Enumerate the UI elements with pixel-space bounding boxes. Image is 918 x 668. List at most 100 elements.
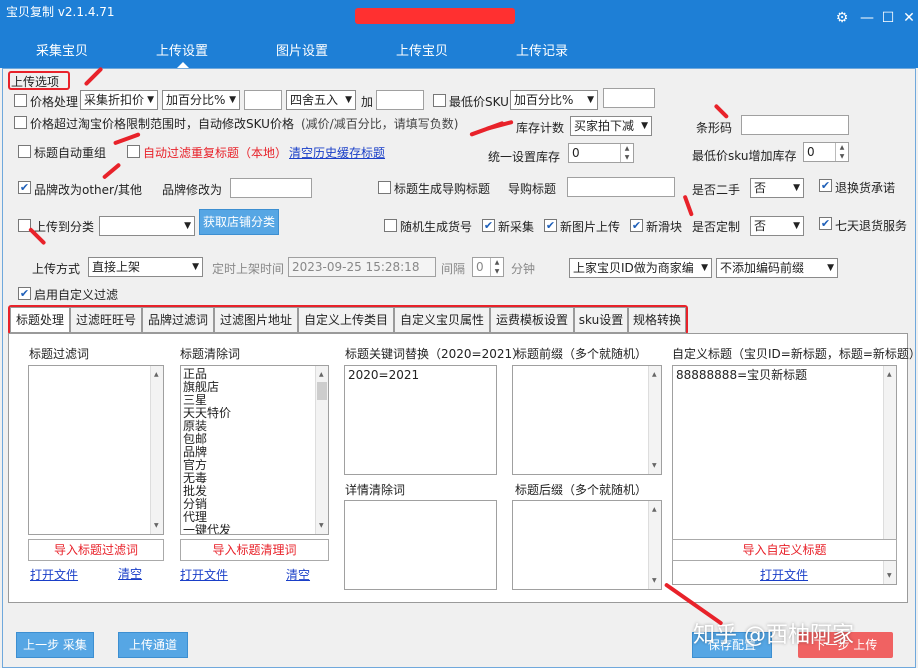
subtab-sku[interactable]: sku设置 bbox=[574, 307, 628, 333]
open-file-link[interactable]: 打开文件 bbox=[180, 566, 228, 583]
rounding-select[interactable]: 四舍五入 ▼ bbox=[286, 90, 356, 110]
prefix-select[interactable]: 不添加编码前缀 ▼ bbox=[716, 258, 838, 278]
clear-link[interactable]: 清空 bbox=[118, 565, 142, 582]
title-guide-checkbox[interactable] bbox=[378, 181, 391, 194]
min-sku-input[interactable] bbox=[603, 88, 655, 108]
minute-label: 分钟 bbox=[511, 262, 536, 276]
random-code-checkbox[interactable] bbox=[384, 219, 397, 232]
tab-upload-settings[interactable]: 上传设置 bbox=[156, 40, 208, 59]
clear-link[interactable]: 清空 bbox=[286, 566, 310, 583]
price-process-checkbox[interactable] bbox=[14, 94, 27, 107]
new-slider-label: 新滑块 bbox=[646, 220, 683, 234]
new-image-label: 新图片上传 bbox=[560, 220, 621, 234]
seven-day-checkbox[interactable]: ✔ bbox=[819, 217, 832, 230]
enable-filter-label: 启用自定义过滤 bbox=[34, 288, 119, 302]
min-sku-stock-label: 最低价sku增加库存 bbox=[692, 149, 797, 163]
timed-label: 定时上架时间 bbox=[212, 262, 285, 276]
stock-count-label: 库存计数 bbox=[516, 121, 565, 135]
price-pct-select[interactable]: 加百分比% ▼ bbox=[162, 90, 240, 110]
second-hand-label: 是否二手 bbox=[692, 183, 741, 197]
minimize-icon[interactable]: — bbox=[857, 10, 877, 26]
subtab-custom-attr[interactable]: 自定义宝贝属性 bbox=[394, 307, 490, 333]
timed-input[interactable]: 2023-09-25 15:28:18 bbox=[288, 257, 436, 277]
price-mode-select[interactable]: 采集折扣价 ▼ bbox=[80, 90, 158, 110]
price-exceed-hint: (减价/减百分比，请填写负数) bbox=[301, 117, 459, 131]
customized-label: 是否定制 bbox=[692, 220, 741, 234]
unified-stock-spinner[interactable]: 0 ▲ ▼ bbox=[568, 143, 634, 163]
barcode-input[interactable] bbox=[741, 115, 849, 135]
tab-upload-item[interactable]: 上传宝贝 bbox=[396, 40, 448, 59]
clear-words-list[interactable]: 正品 旗舰店 三星 天天特价 原装 包邮 品牌 官方 无毒 批发 分销 代理 一… bbox=[180, 365, 329, 535]
upload-mode-select[interactable]: 直接上架 ▼ bbox=[88, 257, 203, 277]
clear-cache-link[interactable]: 清空历史缓存标题 bbox=[289, 144, 385, 161]
filter-words-list[interactable]: ▲ ▼ bbox=[28, 365, 164, 535]
stock-mode-select[interactable]: 买家拍下减 ▼ bbox=[570, 116, 652, 136]
price-process-label: 价格处理 bbox=[30, 95, 79, 109]
price-pct-input[interactable] bbox=[244, 90, 282, 110]
window-title: 宝贝复制 v2.1.4.71 bbox=[6, 5, 115, 19]
clear-words-label: 标题清除词 bbox=[180, 347, 241, 361]
customized-select[interactable]: 否 ▼ bbox=[750, 216, 804, 236]
new-image-checkbox[interactable]: ✔ bbox=[544, 219, 557, 232]
min-sku-label: 最低价SKU bbox=[449, 95, 509, 109]
keyword-replace-label: 标题关键词替换（2020=2021） bbox=[345, 347, 525, 361]
upload-category-label: 上传到分类 bbox=[34, 220, 95, 234]
return-promise-checkbox[interactable]: ✔ bbox=[819, 179, 832, 192]
tab-upload-records[interactable]: 上传记录 bbox=[516, 40, 568, 59]
tab-image-settings[interactable]: 图片设置 bbox=[276, 40, 328, 59]
subtab-brand-filter[interactable]: 品牌过滤词 bbox=[142, 307, 214, 333]
detail-clear-list[interactable] bbox=[344, 500, 497, 590]
brand-other-checkbox[interactable]: ✔ bbox=[18, 181, 31, 194]
open-file-link[interactable]: 打开文件 bbox=[760, 566, 808, 583]
redacted-area bbox=[355, 8, 515, 24]
import-clear-button[interactable]: 导入标题清理词 bbox=[180, 539, 329, 561]
subtab-custom-category[interactable]: 自定义上传类目 bbox=[298, 307, 394, 333]
category-select[interactable]: ▼ bbox=[99, 216, 195, 236]
import-filter-button[interactable]: 导入标题过滤词 bbox=[28, 539, 164, 561]
suffix-list[interactable]: ▲ ▼ bbox=[512, 500, 662, 590]
guide-title-input[interactable] bbox=[567, 177, 675, 197]
new-slider-checkbox[interactable]: ✔ bbox=[630, 219, 643, 232]
close-icon[interactable]: ✕ bbox=[899, 10, 918, 26]
maximize-icon[interactable]: ☐ bbox=[878, 10, 898, 26]
subtab-spec[interactable]: 规格转换 bbox=[628, 307, 686, 333]
seven-day-label: 七天退货服务 bbox=[835, 219, 908, 233]
title-regroup-checkbox[interactable] bbox=[18, 145, 31, 158]
open-file-link[interactable]: 打开文件 bbox=[30, 566, 78, 583]
get-shop-category-button[interactable]: 获取店铺分类 bbox=[199, 209, 279, 235]
random-code-label: 随机生成货号 bbox=[400, 220, 473, 234]
new-collect-checkbox[interactable]: ✔ bbox=[482, 219, 495, 232]
custom-title-label: 自定义标题（宝贝ID=新标题，标题=新标题） bbox=[672, 347, 918, 361]
section-title: 上传选项 bbox=[11, 75, 60, 89]
subtab-filter-wangwang[interactable]: 过滤旺旺号 bbox=[70, 307, 142, 333]
enable-filter-checkbox[interactable]: ✔ bbox=[18, 287, 31, 300]
tab-collect[interactable]: 采集宝贝 bbox=[36, 40, 88, 59]
auto-filter-dup-checkbox[interactable] bbox=[127, 145, 140, 158]
title-regroup-label: 标题自动重组 bbox=[34, 146, 107, 160]
prefix-list[interactable]: ▲ ▼ bbox=[512, 365, 662, 475]
upload-channel-button[interactable]: 上传通道 bbox=[118, 632, 188, 658]
min-sku-pct-select[interactable]: 加百分比% ▼ bbox=[510, 90, 598, 110]
subtab-title[interactable]: 标题处理 bbox=[10, 307, 70, 333]
guide-title-label: 导购标题 bbox=[508, 182, 557, 196]
suffix-label: 标题后缀（多个就随机） bbox=[515, 483, 648, 497]
add-input[interactable] bbox=[376, 90, 424, 110]
min-sku-checkbox[interactable] bbox=[433, 94, 446, 107]
unified-stock-label: 统一设置库存 bbox=[488, 150, 561, 164]
second-hand-select[interactable]: 否 ▼ bbox=[750, 178, 804, 198]
auto-filter-dup-label: 自动过滤重复标题（本地） bbox=[143, 146, 288, 160]
brand-other-label: 品牌改为other/其他 bbox=[34, 183, 143, 197]
settings-icon[interactable]: ⚙ bbox=[832, 10, 852, 26]
min-sku-stock-spinner[interactable]: 0 ▲ ▼ bbox=[803, 142, 849, 162]
brand-change-input[interactable] bbox=[230, 178, 312, 198]
merchant-code-select[interactable]: 上家宝贝ID做为商家编 ▼ bbox=[569, 258, 712, 278]
price-exceed-checkbox[interactable] bbox=[14, 116, 27, 129]
add-label: 加 bbox=[361, 95, 374, 109]
subtab-image-filter[interactable]: 过滤图片地址 bbox=[214, 307, 298, 333]
import-custom-button[interactable]: 导入自定义标题 bbox=[672, 539, 897, 561]
prev-button[interactable]: 上一步 采集 bbox=[16, 632, 94, 658]
subtab-freight[interactable]: 运费模板设置 bbox=[490, 307, 574, 333]
new-collect-label: 新采集 bbox=[498, 220, 535, 234]
interval-spinner[interactable]: 0 ▲ ▼ bbox=[472, 257, 504, 277]
keyword-replace-list[interactable]: 2020=2021 bbox=[344, 365, 497, 475]
